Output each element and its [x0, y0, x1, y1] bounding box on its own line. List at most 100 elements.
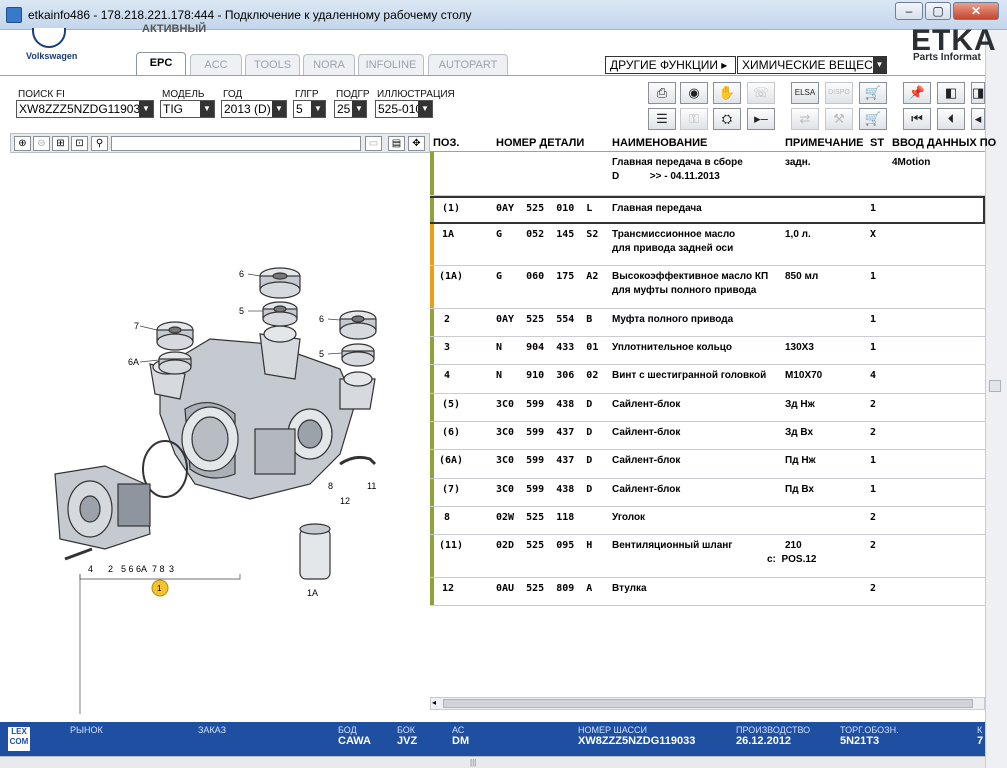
vertical-scrollbar[interactable] [987, 80, 1003, 720]
book-forward-icon[interactable]: ◨ [971, 82, 985, 104]
group-input: 4Motion [892, 157, 931, 168]
row-name: Сайлент-блок [612, 427, 681, 438]
row-qty: 2 [870, 540, 877, 551]
minimize-button[interactable]: ‒ [895, 2, 923, 20]
table-row[interactable]: 4 N 910 306 02 Винт с шестигранной голов… [430, 365, 985, 394]
layout-icon[interactable]: ▤ [388, 136, 405, 151]
zoom-area-icon[interactable]: ⊞ [52, 136, 69, 151]
table-row[interactable]: (11) 02D 525 095 H Вентиляционный шланг … [430, 535, 985, 578]
key-icon[interactable]: ⚿ [680, 108, 708, 130]
horizontal-scrollbar[interactable]: ◂ [430, 697, 985, 710]
chemicals-select[interactable]: ХИМИЧЕСКИЕ ВЕЩЕСТВ ▼ [737, 56, 887, 74]
col-qty[interactable]: ST [870, 137, 884, 149]
tab-autopart[interactable]: AUTOPART [428, 54, 508, 76]
bottom-scrollbar[interactable]: ||| [0, 756, 985, 768]
chevron-down-icon: ▼ [272, 101, 286, 117]
col-part-number[interactable]: НОМЕР ДЕТАЛИ [496, 137, 584, 149]
scroll-thumb[interactable] [443, 699, 973, 708]
handshake-icon[interactable]: ✋ [713, 82, 741, 104]
col-name[interactable]: НАИМЕНОВАНИЕ [612, 137, 707, 149]
other-functions-button[interactable]: ДРУГИЕ ФУНКЦИИ ▸ [605, 56, 736, 74]
row-qty: 2 [870, 512, 877, 523]
label-7-8: 7 8 [152, 564, 165, 574]
maximize-button[interactable]: ▢ [925, 2, 951, 20]
first-page-icon[interactable]: ⏮ [903, 108, 931, 130]
book-back-icon[interactable]: ◧ [937, 82, 965, 104]
illustration-select[interactable]: 525-010 ▼ [375, 100, 433, 118]
label-6-top: 6 [239, 269, 244, 279]
table-group-row[interactable]: Главная передача в сборе D >> - 04.11.20… [430, 152, 985, 196]
split-icon[interactable]: ▭ [365, 136, 382, 151]
grip-icon[interactable]: ||| [470, 758, 476, 767]
row-qty: 1 [870, 271, 877, 282]
pin-icon[interactable]: 📌 [903, 82, 931, 104]
col-note[interactable]: ПРИМЕЧАНИЕ [785, 137, 864, 149]
tab-acc[interactable]: ACC [190, 54, 242, 76]
search-fi-select[interactable]: XW8ZZZ5NZDG119033 ▼ [16, 100, 154, 118]
previous-page-icon[interactable]: ⏴ [937, 108, 965, 130]
magnifier-icon[interactable]: ⚲ [91, 136, 108, 151]
table-row[interactable]: (7) 3C0 599 438 D Сайлент-блок Пд Вх 1 [430, 479, 985, 507]
row-note: 210 [785, 540, 802, 551]
print-icon[interactable]: ⎙ [648, 82, 676, 104]
zoom-in-icon[interactable]: ⊕ [14, 136, 31, 151]
table-row[interactable]: 1A G 052 145 S2 Трансмиссионное масло дл… [430, 224, 985, 266]
table-row[interactable]: 2 0AY 525 554 B Муфта полного привода 1 [430, 309, 985, 337]
step-forward-icon[interactable]: ▸‒ [747, 108, 775, 130]
tab-epc[interactable]: EPC [136, 52, 186, 76]
main-group-select[interactable]: 5 ▼ [293, 100, 326, 118]
chevron-down-icon: ▼ [873, 57, 886, 73]
col-input[interactable]: ВВОД ДАННЫХ ПО [892, 137, 996, 149]
table-row[interactable]: 12 0AU 525 809 A Втулка 2 [430, 578, 985, 606]
row-indicator [430, 535, 434, 577]
model-select[interactable]: TIG ▼ [160, 100, 215, 118]
row-name: Сайлент-блок [612, 484, 681, 495]
bushing-6-top [259, 267, 301, 299]
wrench-icon[interactable]: ⚒ [825, 108, 853, 130]
list-icon[interactable]: ☰ [648, 108, 676, 130]
row-qty: 2 [870, 583, 877, 594]
label-4: 4 [88, 564, 93, 574]
disc-icon[interactable]: ◉ [680, 82, 708, 104]
label-1: 1 [157, 584, 162, 593]
car-icon[interactable]: ⛭ [713, 108, 741, 130]
dispo-icon[interactable]: DISPO [825, 82, 853, 104]
table-row[interactable]: (6A) 3C0 599 437 D Сайлент-блок Пд Нж 1 [430, 450, 985, 479]
table-row[interactable]: (1) 0AY 525 010 L Главная передача 1 [430, 196, 985, 224]
scroll-left-icon[interactable]: ◂ [432, 698, 436, 707]
row-indicator [430, 450, 434, 478]
service-icon[interactable]: ☏ [747, 82, 775, 104]
group-name: Главная передача в сборе [612, 157, 743, 168]
zoom-out-icon[interactable]: ⊖ [33, 136, 50, 151]
table-row[interactable]: (6) 3C0 599 437 D Сайлент-блок Зд Вх 2 [430, 422, 985, 450]
scroll-grip-icon[interactable] [989, 380, 1001, 392]
chassis-value: XW8ZZZ5NZDG119033 [578, 735, 696, 747]
col-pos[interactable]: ПОЗ. [433, 137, 459, 149]
chevron-down-icon: ▼ [418, 101, 432, 117]
tab-nora[interactable]: NORA [303, 54, 355, 76]
row-pos: 2 [444, 314, 451, 325]
row-name: Уплотнительное кольцо [612, 342, 732, 353]
table-row[interactable]: 3 N 904 433 01 Уплотнительное кольцо 130… [430, 337, 985, 365]
elsa-icon[interactable]: ELSA [791, 82, 819, 104]
sub-group-select[interactable]: 25 ▼ [334, 100, 367, 118]
label-6A: 6A [128, 357, 139, 367]
next-page-icon[interactable]: ◂ [971, 108, 985, 130]
zoom-field[interactable] [111, 136, 361, 151]
close-button[interactable]: ✕ [953, 2, 999, 20]
sub-group-label: ПОДГР [336, 89, 370, 100]
zoom-fit-icon[interactable]: ⊡ [71, 136, 88, 151]
resize-icon[interactable]: ✥ [408, 136, 425, 151]
table-row[interactable]: 8 02W 525 118 Уголок 2 [430, 507, 985, 535]
table-row[interactable]: (5) 3C0 599 438 D Сайлент-блок Зд Нж 2 [430, 394, 985, 422]
cart-icon[interactable]: 🛒 [859, 82, 887, 104]
tab-tools[interactable]: TOOLS [245, 54, 300, 76]
bod-value: CAWA [338, 735, 371, 747]
parts-illustration[interactable]: 6 5 7 6A 6 5 8 12 11 4 2 5 6 6A 7 8 3 1A… [10, 154, 430, 714]
basket-icon[interactable]: 🛒 [859, 108, 887, 130]
gear-exchange-icon[interactable]: ⇄ [791, 108, 819, 130]
row-part: 02D 525 095 H [496, 540, 593, 551]
table-row[interactable]: (1A) G 060 175 A2 Высокоэффективное масл… [430, 266, 985, 309]
tab-infoline[interactable]: INFOLINE [358, 54, 424, 76]
year-select[interactable]: 2013 (D) ▼ [221, 100, 287, 118]
